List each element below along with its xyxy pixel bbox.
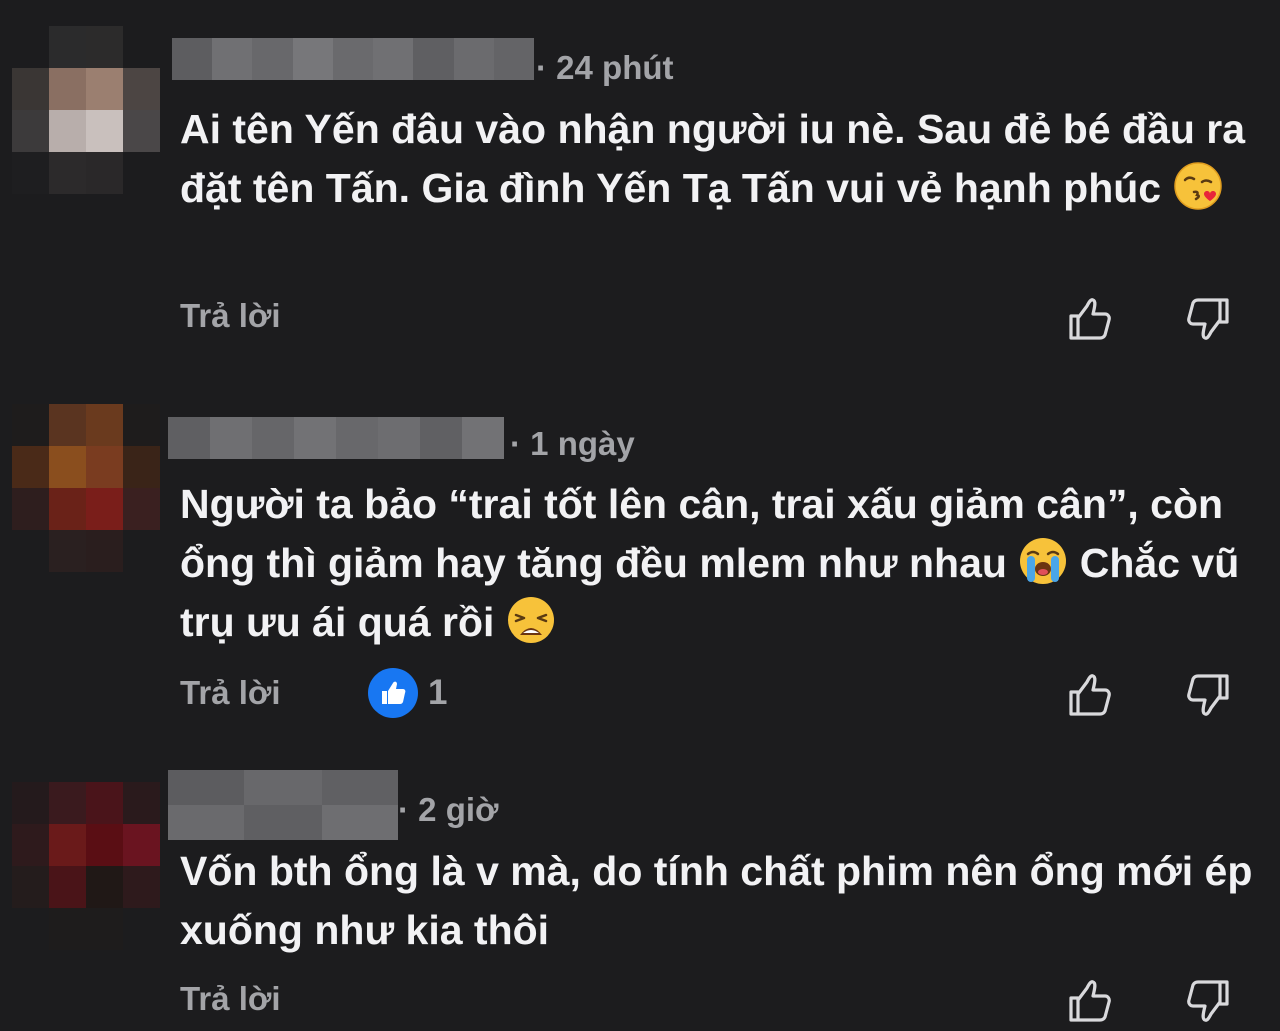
comment-text: Ai tên Yến đâu vào nhận người iu nè. Sau… bbox=[180, 100, 1260, 218]
reaction-count[interactable]: 1 bbox=[368, 668, 447, 718]
comment-time: · 2 giờ bbox=[398, 791, 499, 828]
comment-text: Người ta bảo “trai tốt lên cân, trai xấu… bbox=[180, 475, 1260, 652]
reply-button[interactable]: Trả lời bbox=[180, 980, 281, 1018]
thumbs-down-outline-icon[interactable] bbox=[1186, 294, 1236, 344]
time-label: 1 ngày bbox=[530, 425, 635, 462]
comment-time: · 1 ngày bbox=[510, 425, 635, 462]
like-count: 1 bbox=[428, 673, 448, 712]
thumbs-up-outline-icon[interactable] bbox=[1062, 976, 1112, 1026]
comment-body: Vốn bth ổng là v mà, do tính chất phim n… bbox=[180, 848, 1253, 953]
time-label: 24 phút bbox=[556, 49, 674, 86]
avatar[interactable] bbox=[12, 782, 160, 950]
thumbs-down-outline-icon[interactable] bbox=[1186, 670, 1236, 720]
thumbs-up-outline-icon[interactable] bbox=[1062, 670, 1112, 720]
time-label: 2 giờ bbox=[418, 791, 499, 828]
kissing-heart-emoji bbox=[1173, 162, 1222, 210]
author-name-blurred[interactable] bbox=[168, 417, 504, 459]
comment-body: Ai tên Yến đâu vào nhận người iu nè. Sau… bbox=[180, 106, 1246, 211]
reply-button[interactable]: Trả lời bbox=[180, 674, 281, 712]
like-reaction-icon bbox=[368, 668, 418, 718]
comment-text: Vốn bth ổng là v mà, do tính chất phim n… bbox=[180, 842, 1260, 960]
author-name-blurred[interactable] bbox=[172, 38, 534, 80]
author-name-blurred[interactable] bbox=[168, 770, 398, 840]
loudly-crying-emoji bbox=[1020, 538, 1067, 584]
thumbs-down-outline-icon[interactable] bbox=[1186, 976, 1236, 1026]
comment-time: · 24 phút bbox=[536, 49, 674, 86]
avatar[interactable] bbox=[12, 404, 160, 572]
reply-button[interactable]: Trả lời bbox=[180, 297, 281, 335]
avatar[interactable] bbox=[12, 26, 160, 194]
thumbs-up-outline-icon[interactable] bbox=[1062, 294, 1112, 344]
weary-face-emoji bbox=[507, 597, 554, 643]
